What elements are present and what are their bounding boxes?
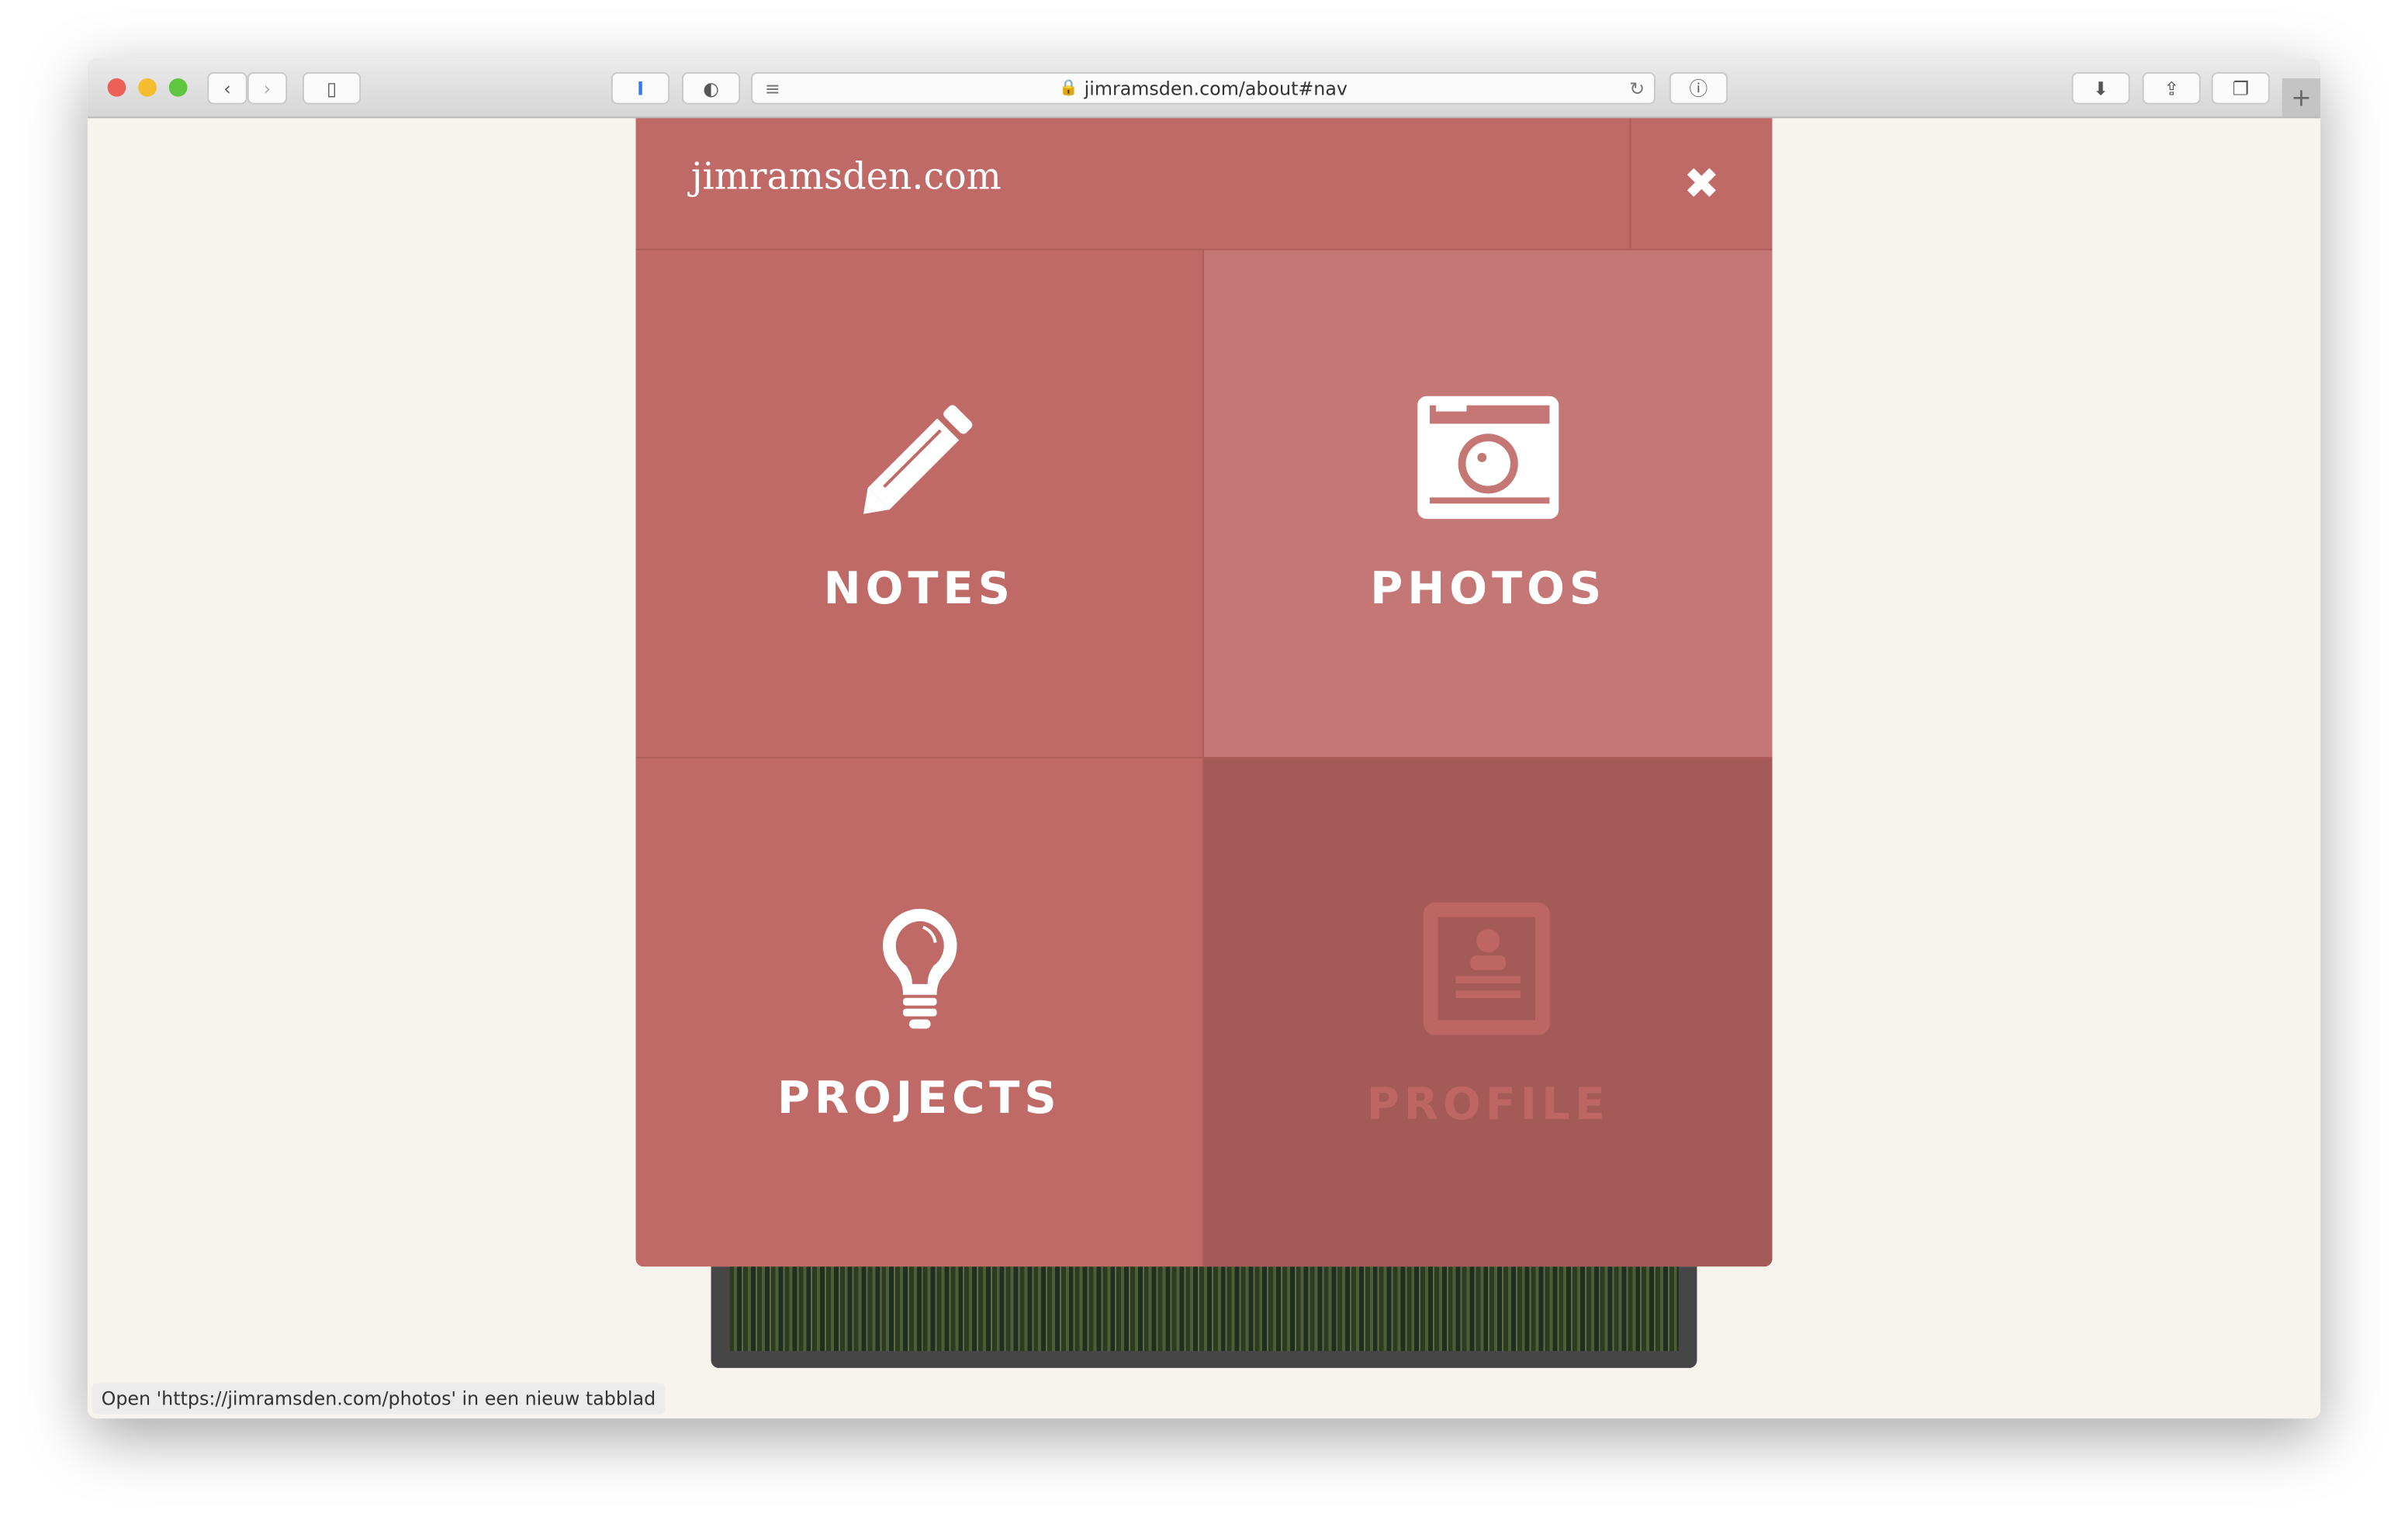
address-bar[interactable]: ≡ 🔒 jimramsden.com/about#nav ↻	[751, 72, 1656, 105]
close-window-button[interactable]	[107, 78, 126, 97]
pencil-icon	[863, 405, 972, 514]
zoom-window-button[interactable]	[168, 78, 188, 97]
back-button[interactable]: ‹	[207, 72, 247, 105]
share-icon[interactable]: ⇪	[2142, 72, 2201, 105]
lightbulb-icon	[882, 907, 957, 1028]
reload-icon[interactable]: ↻	[1629, 78, 1645, 99]
tile-label: PHOTOS	[1370, 561, 1607, 614]
downloads-icon[interactable]: ⬇	[2071, 72, 2130, 105]
tile-label: PROJECTS	[777, 1070, 1061, 1124]
browser-window: ‹ › ▯ I ◐ ≡ 🔒 jimramsden.com/about#nav ↻…	[87, 58, 2321, 1419]
nav-tile-projects[interactable]: PROJECTS	[635, 758, 1205, 1267]
forward-button[interactable]: ›	[247, 72, 288, 105]
menu-header: jimramsden.com ✖	[635, 118, 1773, 250]
close-icon[interactable]: ✖	[1629, 118, 1772, 249]
profile-card-icon	[1423, 901, 1550, 1035]
tile-label: PROFILE	[1366, 1076, 1610, 1129]
sidebar-icon[interactable]: ▯	[302, 72, 362, 105]
nav-menu: jimramsden.com ✖ NOTES PHOTOS PROJECTS P…	[635, 118, 1773, 1267]
hero-photo	[711, 1266, 1697, 1368]
minimize-window-button[interactable]	[138, 78, 157, 97]
browser-toolbar: ‹ › ▯ I ◐ ≡ 🔒 jimramsden.com/about#nav ↻…	[87, 58, 2321, 119]
instapaper-extension-icon[interactable]: I	[611, 72, 670, 105]
shield-icon[interactable]: ◐	[681, 72, 741, 105]
camera-icon	[1417, 396, 1559, 520]
nav-tile-notes[interactable]: NOTES	[635, 250, 1205, 758]
tile-label: NOTES	[823, 561, 1015, 614]
nav-tile-profile[interactable]: PROFILE	[1204, 758, 1773, 1267]
tabs-overview-icon[interactable]: ❐	[2211, 72, 2270, 105]
new-tab-button[interactable]: +	[2282, 78, 2321, 117]
reader-icon[interactable]: ≡	[765, 78, 780, 99]
status-bar: Open 'https://jimramsden.com/photos' in …	[92, 1383, 666, 1415]
site-title[interactable]: jimramsden.com	[691, 155, 1002, 198]
lock-icon: 🔒	[1059, 79, 1078, 97]
url-text: jimramsden.com/about#nav	[1084, 77, 1348, 99]
nav-tile-photos[interactable]: PHOTOS	[1204, 250, 1773, 758]
info-icon[interactable]: ⓘ	[1669, 72, 1728, 105]
